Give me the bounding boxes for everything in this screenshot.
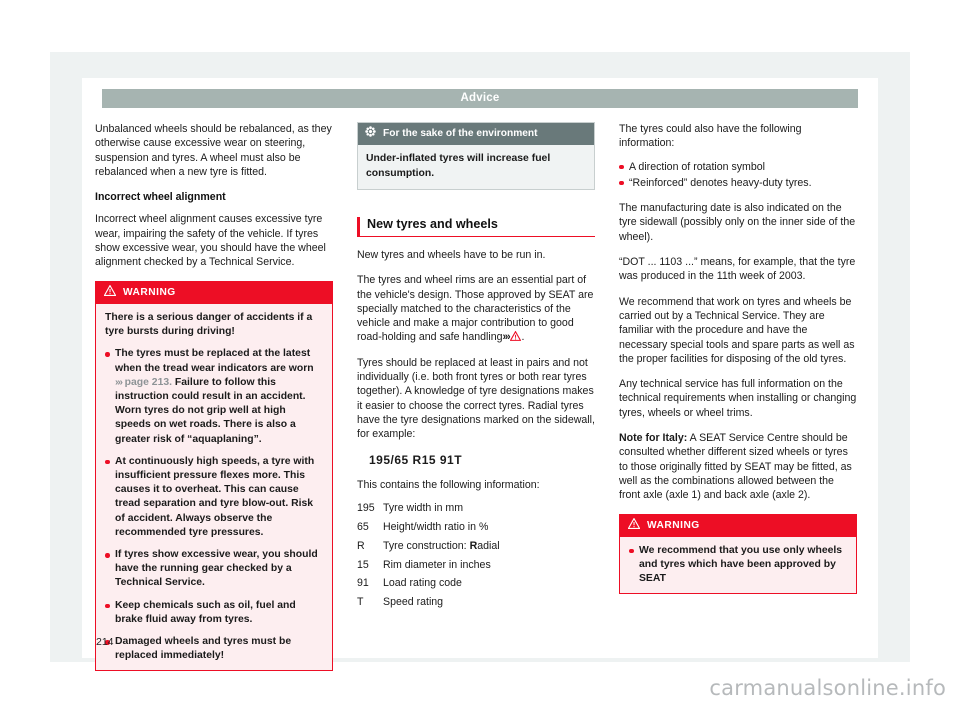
- definition-value: Speed rating: [383, 596, 444, 609]
- running-header: Advice: [102, 89, 858, 108]
- warning-bullet-list: We recommend that you use only wheels an…: [629, 544, 847, 587]
- environment-box-header: For the sake of the environment: [358, 123, 594, 146]
- environment-box-body: Under-inflated tyres will increase fuel …: [366, 153, 551, 179]
- tyre-information-bullet-list: A direction of rotation symbol “Reinforc…: [619, 160, 857, 191]
- paragraph-manufacturing-date: The manufacturing date is also indicated…: [619, 202, 856, 243]
- definition-row: 195 Tyre width in mm: [357, 501, 595, 515]
- warning-triangle-icon: [510, 331, 522, 342]
- warning-bullet: The tyres must be replaced at the latest…: [105, 347, 323, 446]
- warning-triangle-icon: [627, 517, 641, 534]
- paragraph-text-cont: .: [521, 331, 525, 344]
- definition-key: 15: [357, 558, 369, 571]
- page-title: Advice: [460, 92, 500, 104]
- warning-bullet: Damaged wheels and tyres must be replace…: [105, 635, 323, 663]
- paragraph-note-for-italy: Note for Italy: A SEAT Service Centre sh…: [619, 431, 857, 502]
- section-heading-label: New tyres and wheels: [367, 216, 498, 231]
- warning-bullet: Keep chemicals such as oil, fuel and bra…: [105, 599, 323, 627]
- paragraph-tyres-design: The tyres and wheel rims are an essentia…: [357, 273, 595, 344]
- warning-box-body: There is a serious danger of accidents i…: [96, 304, 332, 670]
- list-item: “Reinforced” denotes heavy-duty tyres.: [619, 176, 857, 190]
- warning-bullet: If tyres show excessive wear, you should…: [105, 548, 323, 591]
- environment-flower-icon: [365, 126, 376, 142]
- paragraph-technical-requirements: Any technical service has full informati…: [619, 378, 857, 419]
- definition-value: Load rating code: [383, 577, 462, 590]
- column-right: The tyres could also have the following …: [619, 122, 857, 605]
- definition-row: 15 Rim diameter in inches: [357, 558, 595, 572]
- note-label: Note for Italy:: [619, 432, 688, 445]
- definition-row: T Speed rating: [357, 595, 595, 609]
- paragraph-further-information: The tyres could also have the following …: [619, 123, 802, 150]
- subheading-incorrect-wheel-alignment: Incorrect wheel alignment: [95, 191, 226, 204]
- warning-label: WARNING: [123, 286, 176, 298]
- intro-paragraph: Unbalanced wheels should be rebalanced, …: [95, 123, 332, 178]
- warning-box-header: WARNING: [620, 514, 856, 537]
- cross-reference-chevron-icon: ›››: [502, 331, 510, 344]
- manual-page: Advice Unbalanced wheels should be rebal…: [82, 78, 878, 672]
- tyre-designation-code: 195/65 R15 91T: [369, 452, 463, 467]
- alignment-paragraph: Incorrect wheel alignment causes excessi…: [95, 213, 326, 269]
- definition-key: 91: [357, 577, 369, 590]
- definition-value: Tyre width in mm: [383, 502, 464, 515]
- warning-box-header: WARNING: [96, 281, 332, 304]
- definition-key: 195: [357, 502, 375, 515]
- cross-reference-link[interactable]: page 213.: [122, 377, 172, 388]
- definition-list-intro: This contains the following information:: [357, 478, 540, 491]
- manual-page-frame: Advice Unbalanced wheels should be rebal…: [50, 52, 910, 672]
- paragraph-recommend-technical-service: We recommend that work on tyres and whee…: [619, 295, 855, 365]
- paragraph-dot-code: “DOT ... 1103 ...” means, for example, t…: [619, 256, 856, 283]
- warning-bullet-text: At continuously high speeds, a tyre with…: [115, 455, 315, 538]
- warning-box-right: WARNING We recommend that you use only w…: [619, 513, 857, 595]
- column-left: Unbalanced wheels should be rebalanced, …: [95, 122, 333, 682]
- environment-box-label: For the sake of the environment: [383, 128, 538, 139]
- definition-row: R Tyre construction: Radial: [357, 539, 595, 553]
- warning-bullet: At continuously high speeds, a tyre with…: [105, 455, 323, 540]
- page-number: 214: [96, 636, 114, 648]
- definition-key: 65: [357, 520, 369, 533]
- definition-value: Rim diameter in inches: [383, 558, 491, 571]
- paragraph-run-in: New tyres and wheels have to be run in.: [357, 249, 546, 261]
- definition-row: 91 Load rating code: [357, 576, 595, 590]
- definition-value: Height/width ratio in %: [383, 520, 489, 533]
- list-item: A direction of rotation symbol: [619, 160, 857, 174]
- warning-bullet-list: The tyres must be replaced at the latest…: [105, 347, 323, 663]
- column-middle: For the sake of the environment Under-in…: [357, 122, 595, 620]
- definition-value: Tyre construction: Radial: [383, 539, 500, 552]
- paragraph-text: The tyres and wheel rims are an essentia…: [357, 274, 594, 344]
- warning-box-left: WARNING There is a serious danger of acc…: [95, 280, 333, 672]
- warning-lead: There is a serious danger of accidents i…: [105, 311, 313, 338]
- paragraph-replace-in-pairs: Tyres should be replaced at least in pai…: [357, 356, 595, 441]
- warning-bullet-text: Keep chemicals such as oil, fuel and bra…: [115, 599, 296, 625]
- tyre-designation-definition-list: 195 Tyre width in mm 65 Height/width rat…: [357, 501, 595, 609]
- warning-bullet-text: Damaged wheels and tyres must be replace…: [115, 636, 292, 662]
- warning-label: WARNING: [647, 519, 700, 531]
- definition-key: T: [357, 596, 364, 609]
- warning-box-body: We recommend that you use only wheels an…: [620, 537, 856, 594]
- site-watermark: carmanualsonline.info: [709, 676, 946, 700]
- definition-row: 65 Height/width ratio in %: [357, 520, 595, 534]
- warning-bullet-text: The tyres must be replaced at the latest…: [115, 348, 314, 374]
- warning-bullet: We recommend that you use only wheels an…: [629, 544, 847, 587]
- section-heading: New tyres and wheels: [357, 216, 595, 237]
- definition-key: R: [357, 539, 365, 552]
- warning-bullet-text: If tyres show excessive wear, you should…: [115, 549, 318, 589]
- cross-reference-chevron-icon: ›››: [115, 376, 123, 388]
- environment-box: For the sake of the environment Under-in…: [357, 122, 595, 190]
- warning-triangle-icon: [103, 284, 117, 301]
